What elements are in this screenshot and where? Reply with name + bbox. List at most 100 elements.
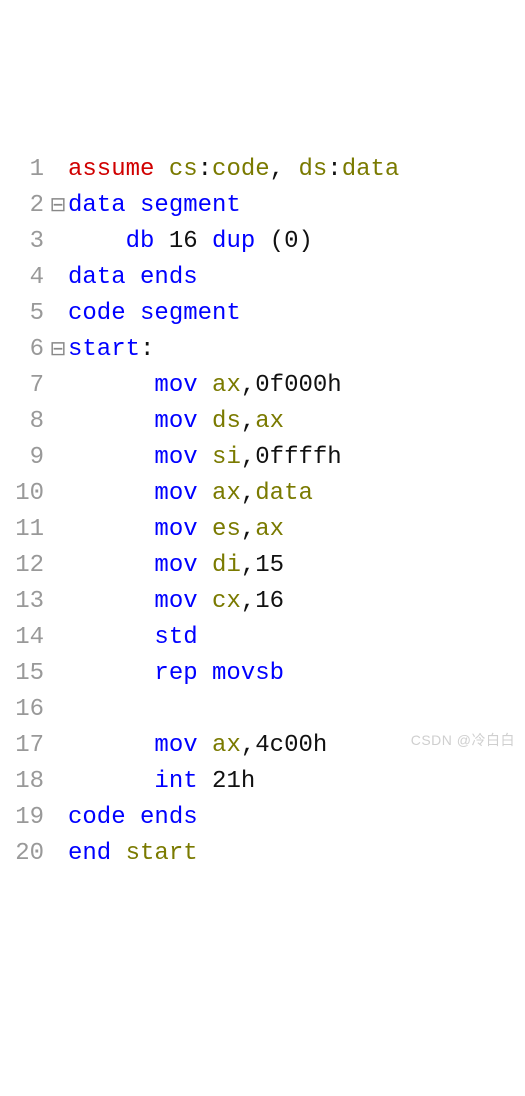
code-content: mov ax,0f000h: [68, 368, 525, 404]
code-content: mov di,15: [68, 548, 525, 584]
code-line: 6⊟start:: [0, 332, 525, 368]
token: [68, 552, 154, 579]
token: 0ffffh: [255, 444, 341, 471]
line-number: 3: [0, 224, 48, 260]
line-number: 1: [0, 152, 48, 188]
line-number: 15: [0, 656, 48, 692]
token: ds: [298, 156, 327, 183]
token: ,: [241, 516, 255, 543]
code-content: end start: [68, 836, 525, 872]
token: [198, 480, 212, 507]
code-line: 7 mov ax,0f000h: [0, 368, 525, 404]
token: es: [212, 516, 241, 543]
code-content: mov ds,ax: [68, 404, 525, 440]
token: mov: [154, 552, 197, 579]
token: 0: [284, 228, 298, 255]
token: dup: [212, 228, 255, 255]
token: [68, 768, 154, 795]
token: [154, 156, 168, 183]
token: mov: [154, 732, 197, 759]
code-line: 9 mov si,0ffffh: [0, 440, 525, 476]
token: ): [298, 228, 312, 255]
token: [68, 660, 154, 687]
code-line: 1assume cs:code, ds:data: [0, 152, 525, 188]
token: [198, 228, 212, 255]
token: 16: [255, 588, 284, 615]
fold-icon[interactable]: ⊟: [48, 192, 68, 222]
token: start: [126, 840, 198, 867]
token: ax: [212, 480, 241, 507]
code-content: mov si,0ffffh: [68, 440, 525, 476]
code-content: data segment: [68, 188, 525, 224]
token: end: [68, 840, 111, 867]
token: data ends: [68, 264, 198, 291]
token: [68, 408, 154, 435]
line-number: 8: [0, 404, 48, 440]
line-number: 6: [0, 332, 48, 368]
token: mov: [154, 444, 197, 471]
token: :: [198, 156, 212, 183]
token: ,: [241, 732, 255, 759]
token: ,: [241, 408, 255, 435]
line-number: 14: [0, 620, 48, 656]
token: [198, 516, 212, 543]
code-content: rep movsb: [68, 656, 525, 692]
token: [198, 588, 212, 615]
token: [198, 552, 212, 579]
line-number: 16: [0, 692, 48, 728]
code-editor: 1assume cs:code, ds:data2⊟data segment3 …: [0, 152, 525, 872]
token: data: [342, 156, 400, 183]
line-number: 7: [0, 368, 48, 404]
line-number: 9: [0, 440, 48, 476]
code-line: 15 rep movsb: [0, 656, 525, 692]
code-content: mov cx,16: [68, 584, 525, 620]
token: code: [212, 156, 270, 183]
token: db: [126, 228, 155, 255]
code-content: int 21h: [68, 764, 525, 800]
token: ,: [241, 372, 255, 399]
token: ,: [241, 588, 255, 615]
code-content: assume cs:code, ds:data: [68, 152, 525, 188]
token: [198, 732, 212, 759]
code-line: 11 mov es,ax: [0, 512, 525, 548]
token: [68, 372, 154, 399]
line-number: 19: [0, 800, 48, 836]
token: [68, 444, 154, 471]
token: (: [255, 228, 284, 255]
token: rep movsb: [154, 660, 284, 687]
code-line: 19code ends: [0, 800, 525, 836]
code-line: 16: [0, 692, 525, 728]
line-number: 17: [0, 728, 48, 764]
token: di: [212, 552, 241, 579]
token: 0f000h: [255, 372, 341, 399]
token: code segment: [68, 300, 241, 327]
line-number: 11: [0, 512, 48, 548]
token: [154, 228, 168, 255]
token: ,: [241, 444, 255, 471]
code-line: 12 mov di,15: [0, 548, 525, 584]
token: [198, 768, 212, 795]
token: [68, 480, 154, 507]
token: 4c00h: [255, 732, 327, 759]
token: cx: [212, 588, 241, 615]
token: [68, 516, 154, 543]
token: :: [140, 336, 154, 363]
code-line: 2⊟data segment: [0, 188, 525, 224]
code-line: 10 mov ax,data: [0, 476, 525, 512]
token: mov: [154, 480, 197, 507]
token: mov: [154, 588, 197, 615]
token: 16: [169, 228, 198, 255]
token: ds: [212, 408, 241, 435]
watermark-text: CSDN @冷白白: [411, 730, 515, 751]
token: [68, 588, 154, 615]
token: [68, 732, 154, 759]
token: ,: [241, 480, 255, 507]
fold-icon[interactable]: ⊟: [48, 336, 68, 366]
token: si: [212, 444, 241, 471]
code-content: std: [68, 620, 525, 656]
token: [198, 408, 212, 435]
code-content: start:: [68, 332, 525, 368]
token: [111, 840, 125, 867]
token: data segment: [68, 192, 241, 219]
line-number: 10: [0, 476, 48, 512]
